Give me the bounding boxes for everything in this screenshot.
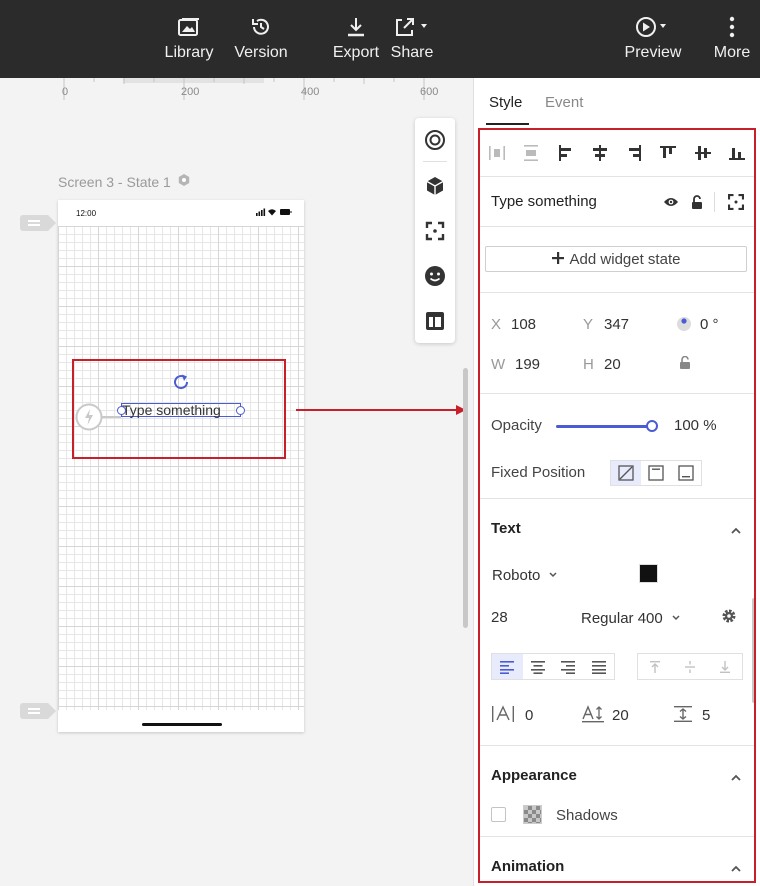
- properties-panel: Style Event Type something Add widget st…: [473, 78, 760, 886]
- layout-template-icon[interactable]: [423, 309, 447, 333]
- signal-wifi-battery-icon: [256, 208, 292, 218]
- play-circle-icon: [633, 12, 673, 42]
- hexagon-settings-icon: [177, 173, 191, 190]
- highlight-box: [478, 128, 756, 883]
- phone-time: 12:00: [76, 208, 97, 218]
- more-vertical-icon: [729, 12, 735, 42]
- share-icon: [394, 12, 430, 42]
- export-button[interactable]: Export: [332, 12, 380, 68]
- preview-label: Preview: [624, 44, 682, 61]
- panel-tabs: Style Event: [474, 78, 760, 128]
- image-icon: [178, 12, 200, 42]
- library-label: Library: [164, 44, 214, 61]
- home-indicator: [142, 723, 222, 726]
- callout-arrow: [296, 409, 456, 411]
- preview-button[interactable]: Preview: [624, 12, 682, 68]
- horizontal-ruler: 0 200 400 600: [0, 78, 473, 102]
- emoji-icon[interactable]: [423, 264, 447, 288]
- ruler-tick: 600: [420, 86, 439, 98]
- download-icon: [346, 12, 366, 42]
- frame-select-icon[interactable]: [423, 219, 447, 243]
- export-label: Export: [332, 44, 380, 61]
- more-button[interactable]: More: [712, 12, 752, 68]
- screen-label[interactable]: Screen 3 - State 1: [58, 173, 191, 190]
- design-canvas[interactable]: 0 200 400 600 Screen 3 - State 1 12:00 T…: [0, 78, 473, 886]
- state-marker-top[interactable]: [20, 215, 56, 231]
- state-marker-bottom[interactable]: [20, 703, 56, 719]
- top-toolbar: Library Version Export Share Preview Mor…: [0, 0, 760, 78]
- layout-grid: [58, 226, 304, 710]
- more-label: More: [713, 44, 751, 61]
- ruler-tick: 200: [181, 86, 200, 98]
- share-button[interactable]: Share: [390, 12, 434, 68]
- version-button[interactable]: Version: [234, 12, 288, 68]
- cube-icon[interactable]: [423, 174, 447, 198]
- history-icon: [250, 12, 272, 42]
- tab-event[interactable]: Event: [545, 94, 583, 111]
- tab-style[interactable]: Style: [489, 94, 522, 111]
- floating-toolbar: [415, 118, 455, 343]
- target-icon[interactable]: [423, 128, 447, 152]
- phone-status-bar: 12:00: [58, 200, 304, 226]
- share-label: Share: [390, 44, 434, 61]
- library-button[interactable]: Library: [164, 12, 214, 68]
- highlight-box: [72, 359, 286, 459]
- ruler-tick: 400: [301, 86, 320, 98]
- version-label: Version: [234, 44, 288, 61]
- active-tab-indicator: [486, 123, 529, 125]
- canvas-scrollbar[interactable]: [463, 368, 468, 628]
- ruler-tick: 0: [62, 86, 69, 98]
- phone-screen[interactable]: 12:00: [58, 200, 304, 732]
- screen-name: Screen 3 - State 1: [58, 173, 171, 190]
